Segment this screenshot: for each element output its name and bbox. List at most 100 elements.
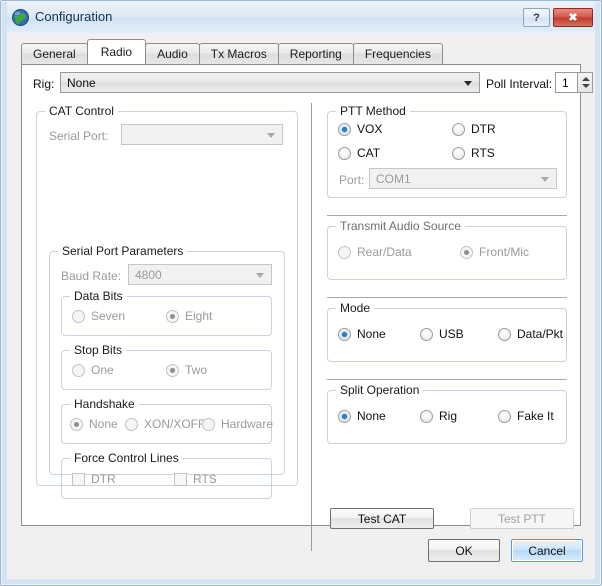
radio-label: Two [185,363,208,377]
separator-1 [327,215,567,216]
stop-bits-group: Stop Bits One Two [61,343,272,390]
rig-combobox[interactable]: None [60,72,480,93]
radio-ptt-cat[interactable]: CAT [338,146,380,160]
radio-mode-data-pkt[interactable]: Data/Pkt [498,327,563,341]
tab-radio[interactable]: Radio [86,39,147,64]
radio-label: Data/Pkt [517,327,564,341]
radio-label: Fake It [517,409,554,423]
mode-title: Mode [336,301,375,315]
tab-reporting[interactable]: Reporting [277,43,354,64]
tab-audio[interactable]: Audio [145,43,200,64]
radio-label: None [357,409,386,423]
checkbox-force-dtr[interactable]: DTR [72,472,116,486]
radio-label: USB [439,327,464,341]
tab-label: Reporting [289,47,342,61]
radio-icon [338,327,351,341]
ptt-method-title: PTT Method [336,104,410,118]
checkbox-label: DTR [91,472,116,486]
radio-label: Front/Mic [479,245,530,259]
cancel-label: Cancel [528,543,566,558]
checkbox-label: RTS [193,472,217,486]
ok-button[interactable]: OK [428,539,500,562]
tab-general[interactable]: General [21,43,88,64]
poll-interval-input[interactable]: 1 [555,72,577,93]
ok-label: OK [455,543,473,558]
handshake-title: Handshake [70,397,139,411]
ptt-port-label: Port: [339,173,365,187]
panel-divider [311,103,312,551]
tab-tx-macros[interactable]: Tx Macros [198,43,279,64]
radio-icon [338,122,351,136]
radio-ptt-rts[interactable]: RTS [452,146,495,160]
poll-interval-value: 1 [562,76,569,90]
handshake-group: Handshake None XON/XOFF Hardware [61,397,273,444]
radio-label: Hardware [221,417,274,431]
radio-label: None [89,417,118,431]
transmit-audio-source-group: Transmit Audio Source Rear/Data Front/Mi… [327,219,567,280]
tab-label: Audio [157,47,188,61]
checkbox-icon [72,472,85,486]
radio-icon [420,409,433,423]
radio-icon [125,417,138,431]
separator-3 [327,379,567,380]
test-ptt-button[interactable]: Test PTT [470,508,574,529]
radio-handshake-xonxoff[interactable]: XON/XOFF [125,417,205,431]
rig-combobox-value: None [67,76,96,90]
radio-icon [70,417,83,431]
radio-icon [338,146,351,160]
radio-stop-bits-two[interactable]: Two [166,363,207,377]
radio-mode-none[interactable]: None [338,327,386,341]
radio-ptt-dtr[interactable]: DTR [452,122,496,136]
serial-port-parameters-group: Serial Port Parameters Baud Rate: 4800 D… [49,244,285,499]
serial-port-combobox[interactable] [121,124,283,145]
radio-icon [460,245,473,259]
radio-data-bits-eight[interactable]: Eight [166,309,212,323]
tab-frequencies[interactable]: Frequencies [352,43,443,64]
radio-label: RTS [471,146,495,160]
radio-icon [72,309,85,323]
tab-label: Radio [100,45,133,59]
force-control-lines-title: Force Control Lines [70,451,183,465]
mode-group: Mode None USB Data/Pkt [327,301,567,362]
spinner-down-icon[interactable] [582,84,590,88]
split-operation-group: Split Operation None Rig Fake It [327,383,567,444]
radio-handshake-hardware[interactable]: Hardware [202,417,273,431]
radio-label: DTR [471,122,496,136]
radio-icon [498,327,511,341]
data-bits-title: Data Bits [70,289,127,303]
radio-handshake-none[interactable]: None [70,417,118,431]
spinner-up-icon[interactable] [582,77,590,81]
radio-stop-bits-one[interactable]: One [72,363,114,377]
radio-data-bits-seven[interactable]: Seven [72,309,125,323]
poll-interval-stepper[interactable] [577,72,593,93]
radio-split-fake-it[interactable]: Fake It [498,409,554,423]
test-cat-button[interactable]: Test CAT [330,508,434,529]
cancel-button[interactable]: Cancel [511,539,583,562]
data-bits-group: Data Bits Seven Eight [61,289,272,336]
checkbox-force-rts[interactable]: RTS [174,472,217,486]
radio-audio-front-mic[interactable]: Front/Mic [460,245,529,259]
radio-ptt-vox[interactable]: VOX [338,122,382,136]
tab-label: Frequencies [364,47,431,61]
radio-label: XON/XOFF [144,417,206,431]
radio-audio-rear-data[interactable]: Rear/Data [338,245,412,259]
radio-mode-usb[interactable]: USB [420,327,464,341]
chevron-down-icon [256,273,264,278]
radio-icon [452,146,465,160]
radio-label: Rear/Data [357,245,412,259]
transmit-audio-source-title: Transmit Audio Source [336,219,465,233]
baud-rate-label: Baud Rate: [61,269,122,283]
stop-bits-title: Stop Bits [70,343,127,357]
force-control-lines-group: Force Control Lines DTR RTS [61,451,272,499]
baud-rate-value: 4800 [135,268,162,282]
chevron-down-icon [464,81,472,86]
ptt-port-value: COM1 [376,172,411,186]
separator-2 [327,297,567,298]
radio-icon [420,327,433,341]
radio-split-none[interactable]: None [338,409,386,423]
serial-port-label: Serial Port: [49,129,109,143]
ptt-port-combobox[interactable]: COM1 [369,168,557,189]
chevron-down-icon [541,177,549,182]
radio-split-rig[interactable]: Rig [420,409,457,423]
baud-rate-combobox[interactable]: 4800 [128,264,272,285]
